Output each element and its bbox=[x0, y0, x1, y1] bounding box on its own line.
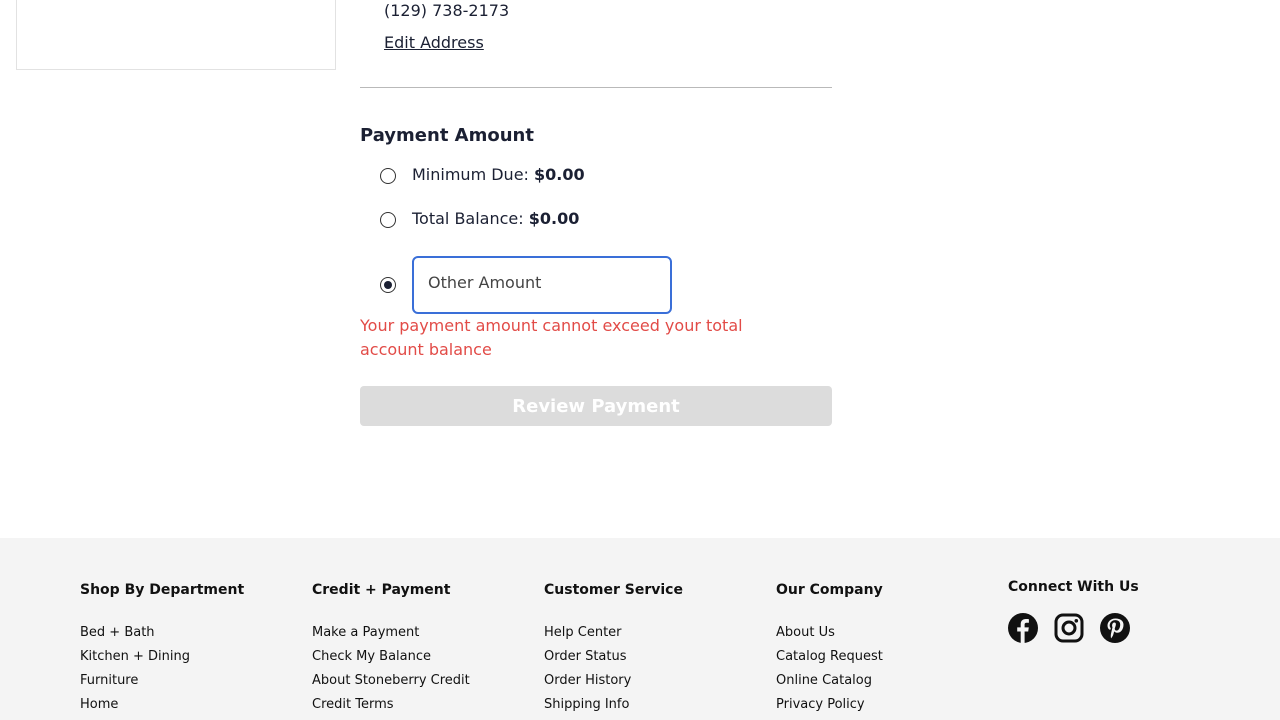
footer-col-title: Our Company bbox=[776, 582, 883, 598]
review-payment-button[interactable]: Review Payment bbox=[360, 386, 832, 426]
edit-address-link[interactable]: Edit Address bbox=[384, 32, 484, 54]
footer-link[interactable]: Credit Terms bbox=[312, 693, 470, 717]
footer-col-title: Customer Service bbox=[544, 582, 683, 598]
total-balance-value: $0.00 bbox=[528, 209, 580, 228]
instagram-icon[interactable] bbox=[1054, 612, 1084, 644]
footer-link[interactable]: Catalog Request bbox=[776, 645, 883, 669]
footer-link[interactable]: Help Center bbox=[544, 621, 631, 645]
footer-link[interactable]: Order Status bbox=[544, 645, 631, 669]
address-phone: (129) 738-2173 bbox=[384, 1, 510, 20]
footer-link[interactable]: Online Catalog bbox=[776, 669, 883, 693]
footer-link[interactable]: Check My Balance bbox=[312, 645, 470, 669]
footer-link[interactable]: Home bbox=[80, 693, 190, 717]
other-amount-input[interactable] bbox=[428, 290, 658, 308]
social-links bbox=[1008, 612, 1130, 644]
minimum-due-value: $0.00 bbox=[534, 165, 585, 184]
payment-error-message: Your payment amount cannot exceed your t… bbox=[360, 316, 743, 359]
footer-link[interactable]: Bed + Bath bbox=[80, 621, 190, 645]
minimum-due-option[interactable]: Minimum Due: $0.00 bbox=[412, 164, 585, 186]
minimum-due-label: Minimum Due: bbox=[412, 165, 529, 184]
total-balance-radio[interactable] bbox=[380, 212, 396, 228]
divider bbox=[360, 87, 832, 88]
footer-link[interactable]: About Stoneberry Credit bbox=[312, 669, 470, 693]
pinterest-icon[interactable] bbox=[1100, 612, 1130, 644]
footer-link[interactable]: Furniture bbox=[80, 669, 190, 693]
other-amount-radio[interactable] bbox=[380, 277, 396, 293]
side-panel-box bbox=[16, 0, 336, 70]
footer-link[interactable]: Kitchen + Dining bbox=[80, 645, 190, 669]
footer-link[interactable]: Privacy Policy bbox=[776, 693, 883, 717]
total-balance-label: Total Balance: bbox=[412, 209, 524, 228]
facebook-icon[interactable] bbox=[1008, 612, 1038, 644]
minimum-due-radio[interactable] bbox=[380, 168, 396, 184]
connect-title: Connect With Us bbox=[1008, 579, 1139, 595]
footer-col-title: Shop By Department bbox=[80, 582, 245, 598]
footer-link[interactable]: About Us bbox=[776, 621, 883, 645]
footer-col-title: Credit + Payment bbox=[312, 582, 451, 598]
footer-link[interactable]: Shipping Info bbox=[544, 693, 631, 717]
payment-amount-title: Payment Amount bbox=[360, 125, 534, 146]
site-footer: Shop By Department Bed + Bath Kitchen + … bbox=[0, 538, 1280, 720]
footer-link[interactable]: Order History bbox=[544, 669, 631, 693]
other-amount-field[interactable]: Other Amount bbox=[412, 256, 672, 314]
footer-link[interactable]: Make a Payment bbox=[312, 621, 470, 645]
total-balance-option[interactable]: Total Balance: $0.00 bbox=[412, 208, 579, 230]
